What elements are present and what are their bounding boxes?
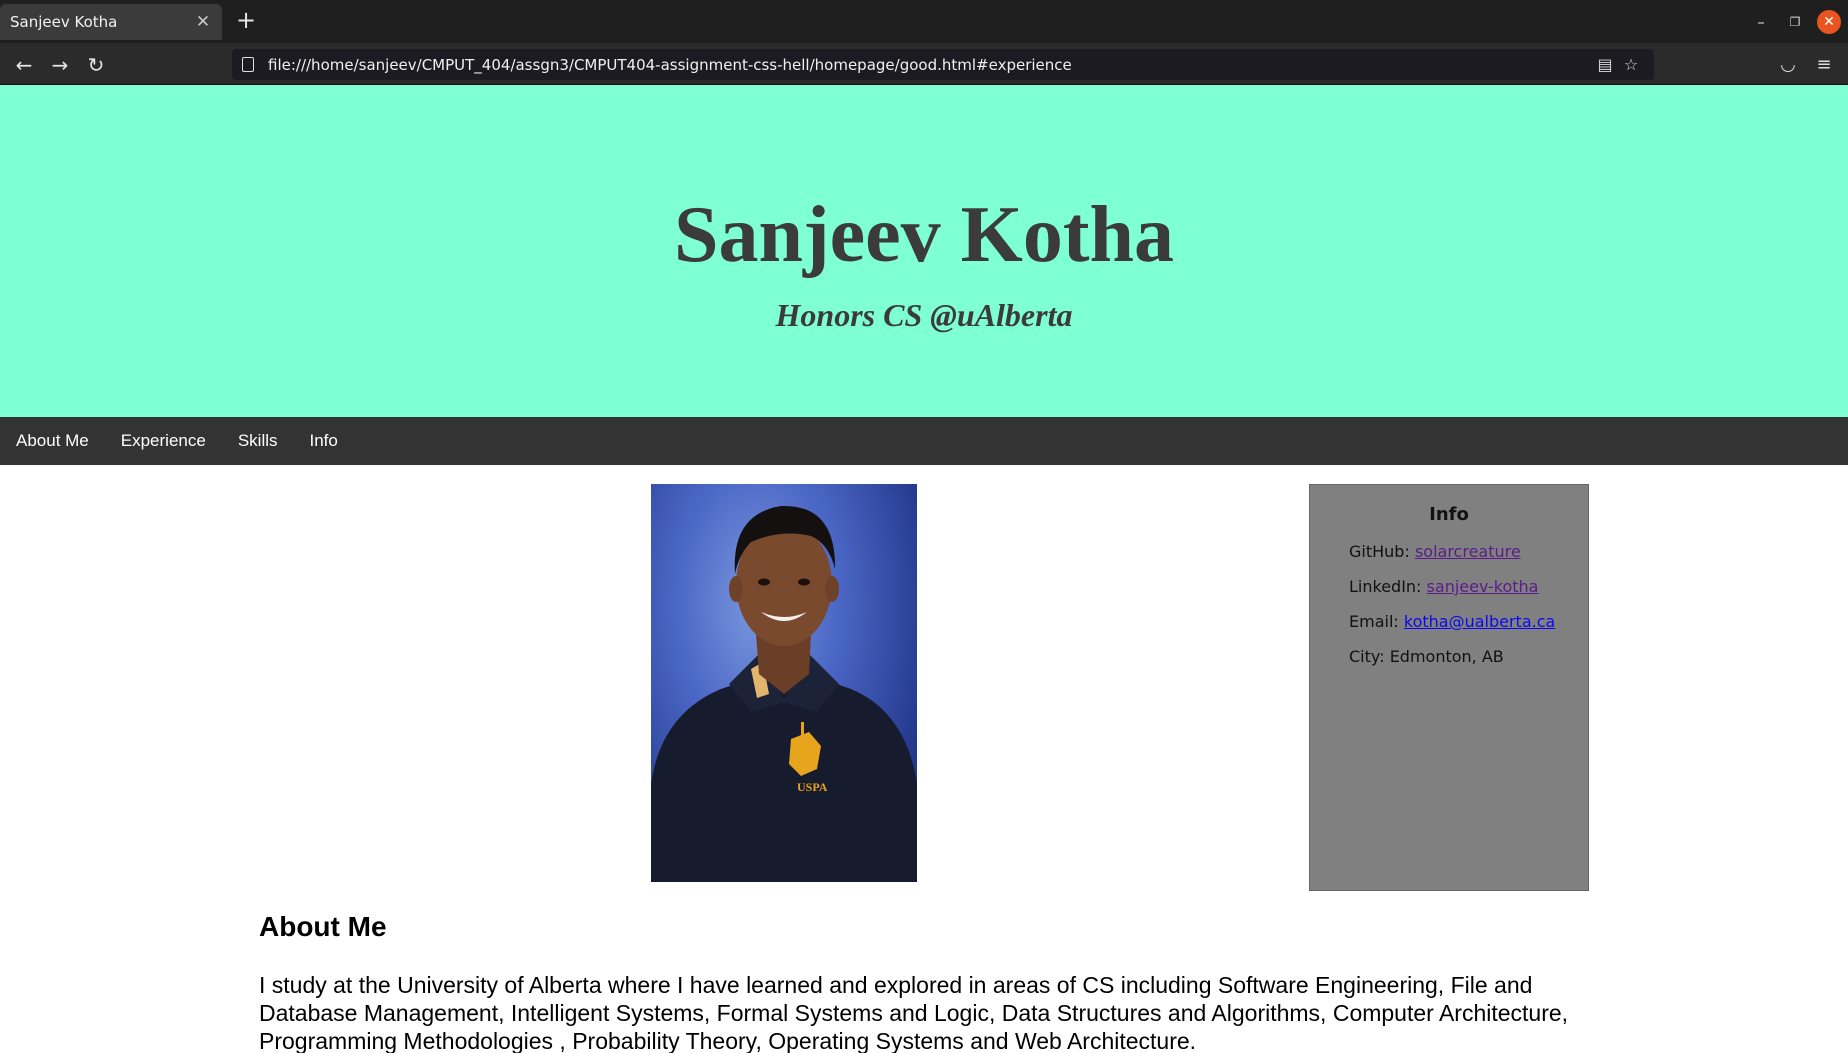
portrait-illustration: USPA [651,505,917,882]
github-row: GitHub: solarcreature [1310,541,1588,562]
hero-banner: Sanjeev Kotha Honors CS @uAlberta [0,85,1848,417]
nav-info[interactable]: Info [310,431,338,451]
github-link[interactable]: solarcreature [1415,542,1521,561]
close-tab-icon[interactable]: ✕ [194,12,212,32]
shirt-logo-text: USPA [797,780,828,794]
nav-skills[interactable]: Skills [238,431,278,451]
back-arrow-icon[interactable]: ← [10,51,38,79]
pocket-icon[interactable]: ◡ [1774,51,1802,79]
browser-toolbar: ← → ↻ file:///home/sanjeev/CMPUT_404/ass… [0,43,1848,85]
tab-strip: Sanjeev Kotha ✕ + – ❐ ✕ [0,0,1848,43]
city-value: Edmonton, AB [1389,647,1504,666]
nav-about-me[interactable]: About Me [16,431,89,451]
linkedin-row: LinkedIn: sanjeev-kotha [1310,576,1588,597]
site-nav: About Me Experience Skills Info [0,417,1848,465]
about-heading: About Me [259,911,387,942]
main-content: USPA Info GitHub: solarcreature LinkedIn… [0,465,1848,1053]
web-page: Sanjeev Kotha Honors CS @uAlberta About … [0,85,1848,1053]
info-title: Info [1429,504,1469,525]
city-row: City: Edmonton, AB [1310,646,1588,667]
email-link[interactable]: kotha@ualberta.ca [1404,612,1555,631]
tab-title: Sanjeev Kotha [10,13,118,31]
reload-icon[interactable]: ↻ [82,51,110,79]
address-bar[interactable]: file:///home/sanjeev/CMPUT_404/assgn3/CM… [232,49,1654,80]
email-row: Email: kotha@ualberta.ca [1310,611,1588,632]
new-tab-icon[interactable]: + [234,8,258,33]
reader-view-icon[interactable]: ▤ [1592,55,1618,74]
city-label: City: [1349,647,1385,666]
window-close-icon[interactable]: ✕ [1817,10,1841,34]
minimize-icon[interactable]: – [1749,10,1773,34]
page-subtitle: Honors CS @uAlberta [775,297,1073,333]
profile-photo: USPA [651,484,917,882]
page-title: Sanjeev Kotha [674,191,1174,279]
url-text[interactable]: file:///home/sanjeev/CMPUT_404/assgn3/CM… [268,56,1592,74]
github-label: GitHub: [1349,542,1410,561]
nav-experience[interactable]: Experience [121,431,206,451]
browser-tab[interactable]: Sanjeev Kotha ✕ [0,4,222,40]
file-icon [242,57,254,72]
email-label: Email: [1349,612,1399,631]
linkedin-label: LinkedIn: [1349,577,1422,596]
restore-icon[interactable]: ❐ [1783,10,1807,34]
about-section: About Me I study at the University of Al… [259,911,1599,1053]
about-paragraph: I study at the University of Alberta whe… [259,972,1569,1053]
forward-arrow-icon[interactable]: → [46,51,74,79]
linkedin-link[interactable]: sanjeev-kotha [1427,577,1539,596]
info-sidebar: Info GitHub: solarcreature LinkedIn: san… [1309,484,1589,891]
hamburger-menu-icon[interactable]: ≡ [1810,51,1838,79]
bookmark-star-icon[interactable]: ☆ [1618,55,1644,74]
